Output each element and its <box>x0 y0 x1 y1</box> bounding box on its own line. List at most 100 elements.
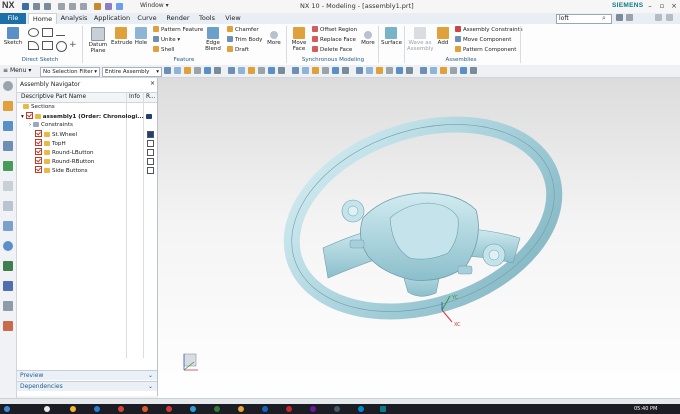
grid-icon[interactable] <box>420 67 427 74</box>
checkbox-icon[interactable] <box>35 166 42 173</box>
column-header-info[interactable]: Info <box>129 93 140 101</box>
manufacturing-wizard-icon[interactable] <box>3 281 13 291</box>
undo-icon[interactable] <box>33 3 40 10</box>
wave-linker-button[interactable]: Wave as Assembly <box>407 27 434 52</box>
line-icon[interactable] <box>56 28 65 36</box>
existing-point-icon[interactable] <box>406 67 413 74</box>
checkbox-icon[interactable] <box>35 148 42 155</box>
datum-plane-button[interactable]: Datum Plane <box>87 27 109 54</box>
office-icon[interactable] <box>142 406 148 412</box>
checkbox-icon[interactable] <box>25 112 33 119</box>
snap-point-icon[interactable] <box>164 67 171 74</box>
edge-icon[interactable] <box>94 406 100 412</box>
tangent-icon[interactable] <box>396 67 403 74</box>
folder-icon[interactable] <box>238 406 244 412</box>
delete-face-button[interactable]: Delete Face <box>312 46 352 55</box>
checkbox-icon[interactable] <box>35 130 42 137</box>
view-triad-cube[interactable] <box>183 353 197 367</box>
menu-button[interactable]: ≡ Menu ▾ <box>3 67 31 74</box>
point-on-curve-icon[interactable] <box>376 67 383 74</box>
tab-tools[interactable]: Tools <box>196 13 218 24</box>
tab-render[interactable]: Render <box>164 13 192 24</box>
navigator-close-icon[interactable]: × <box>150 80 155 87</box>
system-materials-icon[interactable] <box>3 221 13 231</box>
tab-view[interactable]: View <box>223 13 243 24</box>
reference-set-checkbox[interactable] <box>147 167 154 174</box>
move-component-button[interactable]: Move Component <box>455 36 511 45</box>
intersection-icon[interactable] <box>356 67 363 74</box>
task-view-icon[interactable] <box>44 406 50 412</box>
extrude-button[interactable]: Extrude <box>111 27 133 46</box>
reference-set-checkbox[interactable] <box>147 158 154 165</box>
side-button[interactable] <box>457 265 473 275</box>
copy-icon[interactable] <box>69 3 76 10</box>
layer-icon[interactable] <box>312 67 319 74</box>
reference-set-checkbox[interactable] <box>147 149 154 156</box>
endpoint-icon[interactable] <box>322 67 329 74</box>
roles-icon[interactable] <box>3 301 13 311</box>
trim-body-button[interactable]: Trim Body <box>227 36 262 45</box>
offset-region-button[interactable]: Offset Region <box>312 26 357 35</box>
quadrant-icon[interactable] <box>366 67 373 74</box>
select-face-icon[interactable] <box>174 67 181 74</box>
excel-icon[interactable] <box>214 406 220 412</box>
select-body-icon[interactable] <box>184 67 191 74</box>
acrobat-icon[interactable] <box>286 406 292 412</box>
chrome-icon[interactable] <box>118 406 124 412</box>
draft-button[interactable]: Draft <box>227 46 249 55</box>
close-part-icon[interactable] <box>666 14 673 21</box>
paste-icon[interactable] <box>80 3 87 10</box>
shell-button[interactable]: Shell <box>153 46 174 55</box>
surface-button[interactable]: Surface <box>381 27 402 46</box>
column-header-r[interactable]: R... <box>146 93 155 101</box>
add-component-button[interactable]: Add <box>435 27 451 46</box>
help-icon[interactable] <box>616 14 623 21</box>
arc-center-icon[interactable] <box>386 67 393 74</box>
select-curve-icon[interactable] <box>204 67 211 74</box>
assembly-constraints-button[interactable]: Assembly Constraints <box>455 26 523 35</box>
minimize-button[interactable]: – <box>644 2 656 10</box>
web-browser-icon[interactable] <box>3 181 13 191</box>
midpoint-icon[interactable] <box>332 67 339 74</box>
edge-blend-button[interactable]: Edge Blend <box>202 27 224 52</box>
fit-view-icon[interactable] <box>228 67 235 74</box>
unite-button[interactable]: Unite ▾ <box>153 36 180 45</box>
select-edge-icon[interactable] <box>194 67 201 74</box>
system-scene-icon[interactable] <box>3 321 13 331</box>
process-studio-icon[interactable] <box>3 261 13 271</box>
pan-icon[interactable] <box>258 67 265 74</box>
history-icon[interactable] <box>3 201 13 211</box>
clock-history-icon[interactable] <box>3 241 13 251</box>
render-icon[interactable] <box>470 67 477 74</box>
file-explorer-icon[interactable] <box>70 406 76 412</box>
more-sync-button[interactable]: More <box>360 27 376 46</box>
window-layout-icon[interactable] <box>116 3 123 10</box>
nav-row-assembly1[interactable]: ▾ assembly1 (Order: Chronologi... <box>17 112 149 120</box>
side-button[interactable] <box>349 239 365 249</box>
more-feature-button[interactable]: More <box>266 27 282 46</box>
circle-tool-icon[interactable] <box>56 41 67 52</box>
start-icon[interactable] <box>4 406 10 412</box>
tab-application[interactable]: Application <box>93 13 131 24</box>
replace-face-button[interactable]: Replace Face <box>312 36 356 45</box>
word-icon[interactable] <box>262 406 268 412</box>
opera-icon[interactable] <box>166 406 172 412</box>
checkbox-icon[interactable] <box>35 157 42 164</box>
tab-curve[interactable]: Curve <box>135 13 159 24</box>
pattern-feature-button[interactable]: Pattern Feature <box>153 26 203 35</box>
column-header-name[interactable]: Descriptive Part Name <box>21 93 86 101</box>
move-face-button[interactable]: Move Face <box>290 27 308 52</box>
analysis-icon[interactable] <box>450 67 457 74</box>
cut-icon[interactable] <box>58 3 65 10</box>
line-tool-icon[interactable] <box>28 28 39 37</box>
settings-app-icon[interactable] <box>334 406 340 412</box>
rectangle-tool-icon[interactable] <box>42 28 53 37</box>
repeat-command-icon[interactable] <box>94 3 101 10</box>
restore-ribbon-icon[interactable] <box>655 14 662 21</box>
app-icon[interactable] <box>310 406 316 412</box>
settings-icon[interactable] <box>3 81 13 91</box>
rotate-icon[interactable] <box>248 67 255 74</box>
save-icon[interactable] <box>22 3 29 10</box>
filter-icon[interactable] <box>430 67 437 74</box>
polygon-tool-icon[interactable] <box>42 41 53 50</box>
